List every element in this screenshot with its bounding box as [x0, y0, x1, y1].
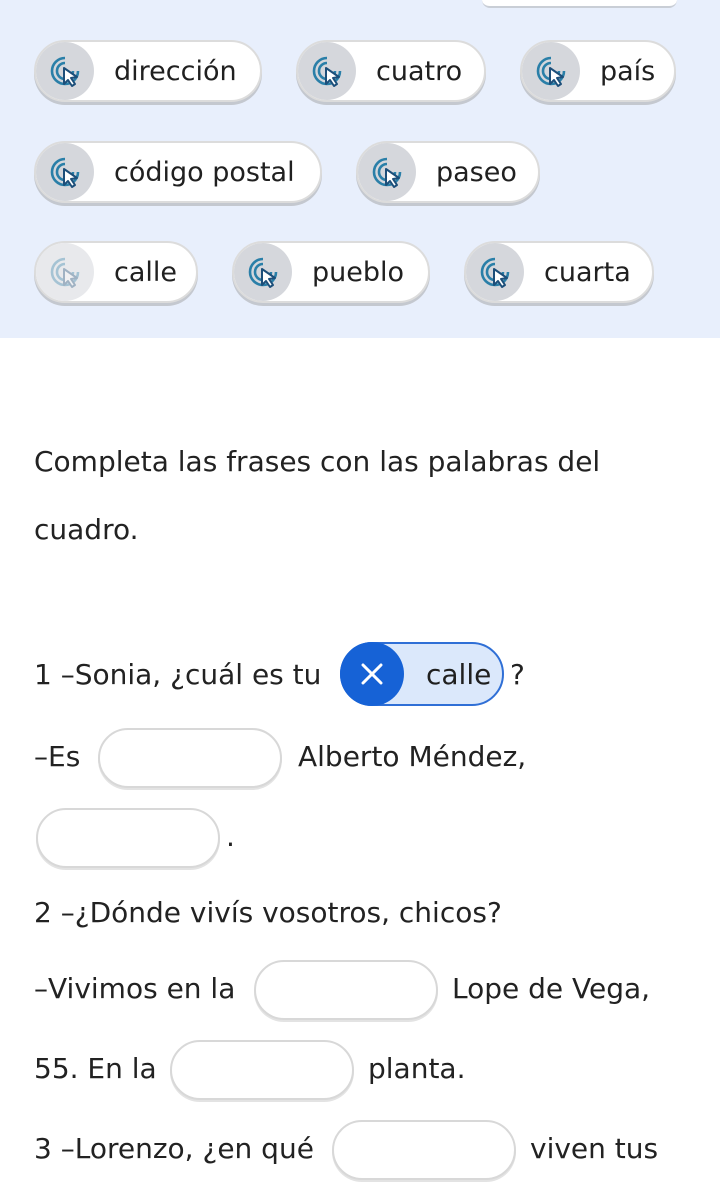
- answer-slot-6[interactable]: [332, 1120, 516, 1180]
- sentence-3-start: 3 –Lorenzo, ¿en qué: [34, 1132, 314, 1165]
- word-chip-label: cuarta: [544, 256, 631, 288]
- word-chip-label: código postal: [114, 156, 295, 188]
- word-chip-paseo[interactable]: paseo: [356, 141, 540, 203]
- word-chip-pueblo[interactable]: pueblo: [232, 241, 430, 303]
- word-chip-label: calle: [114, 256, 178, 288]
- sentence-2b-start: –Vivimos en la: [34, 972, 236, 1005]
- sentence-1c-end: .: [226, 820, 235, 853]
- word-chip-codigo-postal[interactable]: código postal: [34, 141, 322, 203]
- answer-slot-1-text: calle: [426, 657, 492, 691]
- word-chip-cuatro[interactable]: cuatro: [296, 40, 486, 102]
- answer-slot-4[interactable]: [254, 960, 438, 1020]
- answer-slot-5[interactable]: [170, 1040, 354, 1100]
- sentence-1-start: 1 –Sonia, ¿cuál es tu: [34, 658, 322, 691]
- sentence-3-end: viven tus: [530, 1132, 659, 1165]
- word-chip-cuarta[interactable]: cuarta: [464, 241, 654, 303]
- word-chip-label: dirección: [114, 55, 237, 87]
- answer-slot-2[interactable]: [98, 728, 282, 788]
- tap-cursor-icon: [234, 243, 292, 301]
- answer-slot-1-filled[interactable]: calle: [340, 642, 504, 706]
- close-icon[interactable]: [340, 642, 404, 706]
- tap-cursor-icon: [36, 42, 94, 100]
- tap-cursor-icon: [36, 243, 94, 301]
- word-chip-direccion[interactable]: dirección: [34, 40, 262, 102]
- sentence-1-end: ?: [510, 658, 525, 691]
- sentence-2c-start: 55. En la: [34, 1052, 157, 1085]
- sentence-2b-end: Lope de Vega,: [452, 972, 651, 1005]
- word-chip-label: cuatro: [376, 55, 463, 87]
- word-chip-calle[interactable]: calle: [34, 241, 198, 303]
- instructions: Completa las frases con las palabras del…: [34, 445, 601, 546]
- word-bank: dirección cuatro país código postal pase…: [0, 0, 720, 338]
- word-chip-label: país: [600, 55, 656, 87]
- tap-cursor-icon: [358, 143, 416, 201]
- sentence-2-question: 2 –¿Dónde vivís vosotros, chicos?: [34, 896, 502, 929]
- word-chip-pais[interactable]: país: [520, 40, 676, 102]
- sentence-2c-end: planta.: [368, 1052, 466, 1085]
- answer-slot-3[interactable]: [36, 808, 220, 868]
- word-chip-label: paseo: [436, 156, 517, 188]
- word-chip-label: pueblo: [312, 256, 405, 288]
- tap-cursor-icon: [36, 143, 94, 201]
- tap-cursor-icon: [466, 243, 524, 301]
- sentence-1b-end: Alberto Méndez,: [298, 740, 527, 773]
- sentence-1b-start: –Es: [34, 740, 81, 773]
- tap-cursor-icon: [522, 42, 580, 100]
- top-tab-edge: [482, 0, 677, 8]
- tap-cursor-icon: [298, 42, 356, 100]
